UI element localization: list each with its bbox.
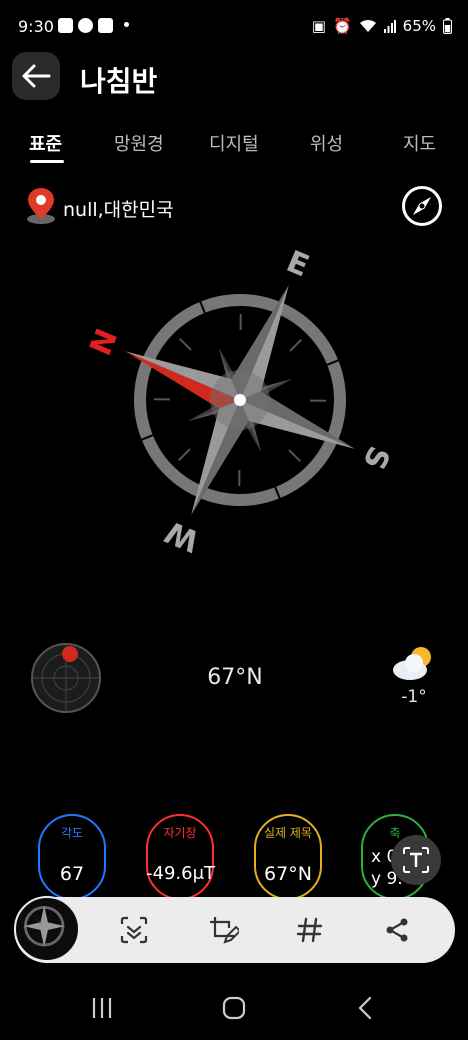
crop-edit-icon [210, 917, 239, 944]
tab-digital[interactable]: 디지털 [209, 130, 259, 156]
compass-nav-icon[interactable] [400, 184, 444, 228]
scroll-capture-button[interactable] [116, 912, 152, 948]
true-heading-value: 67°N [264, 863, 312, 885]
heading-readout: 67°N [207, 665, 263, 690]
recent-apps-icon[interactable] [90, 996, 114, 1020]
compass-rose[interactable]: N E S W [70, 245, 410, 575]
angle-card-value: 67 [59, 863, 85, 885]
arrow-left-icon [22, 64, 51, 88]
app-notification-icon [98, 18, 113, 33]
gallery-notification-icon [58, 18, 73, 33]
magnetic-field-value: -49.6μT [146, 863, 216, 884]
compass-south-label: S [355, 441, 396, 475]
signal-icon [383, 19, 396, 33]
temperature: -1° [401, 687, 427, 707]
scan-icon [120, 916, 148, 944]
text-scan-icon [403, 847, 429, 873]
tab-map[interactable]: 지도 [403, 130, 436, 156]
talk-notification-icon [78, 18, 93, 33]
true-heading-card[interactable]: 실제 제목 67°N [254, 814, 322, 900]
magnetic-field-label: 자기장 [163, 826, 197, 840]
page-title: 나침반 [80, 65, 158, 98]
magnetic-field-card[interactable]: 자기장 -49.6μT [146, 814, 216, 900]
status-time: 9:30 [18, 17, 54, 36]
system-nav-bar [0, 985, 468, 1040]
home-icon[interactable] [222, 996, 246, 1020]
back-nav-icon[interactable] [354, 996, 378, 1020]
location-text[interactable]: null,대한민국 [63, 195, 174, 222]
hashtag-icon [296, 917, 323, 943]
edit-button[interactable] [205, 912, 241, 948]
status-bar: 9:30 ▣ ⏰ 65% [0, 0, 468, 54]
lock-icon: ▣ [311, 17, 326, 35]
text-extract-button[interactable] [391, 835, 441, 885]
tab-standard[interactable]: 표준 [29, 130, 62, 156]
more-notifications-dot [124, 22, 129, 27]
tab-bar: 표준 망원경 디지털 위성 지도 [0, 130, 468, 170]
compass-east-label: E [281, 245, 314, 284]
partly-cloudy-icon [393, 647, 431, 680]
wifi-icon [359, 19, 376, 32]
tab-satellite[interactable]: 위성 [310, 130, 343, 156]
level-dial-icon[interactable] [30, 642, 102, 714]
status-right: ▣ ⏰ 65% [312, 17, 452, 35]
angle-card-label: 각도 [60, 826, 84, 840]
tab-indicator [30, 160, 64, 163]
alarm-icon: ⏰ [332, 17, 352, 35]
share-button[interactable] [379, 912, 415, 948]
true-heading-label: 실제 제목 [264, 826, 312, 840]
compass-north-label: N [83, 324, 125, 361]
back-button[interactable] [12, 52, 60, 100]
tab-telescope[interactable]: 망원경 [114, 130, 164, 156]
share-icon [386, 918, 408, 942]
battery-icon [443, 18, 452, 34]
screenshot-thumbnail[interactable] [14, 896, 80, 962]
battery-percent: 65% [402, 17, 436, 35]
compass-west-label: W [160, 513, 204, 558]
angle-card[interactable]: 각도 67 [38, 814, 106, 900]
location-pin-icon [27, 188, 55, 224]
tag-button[interactable] [292, 912, 328, 948]
